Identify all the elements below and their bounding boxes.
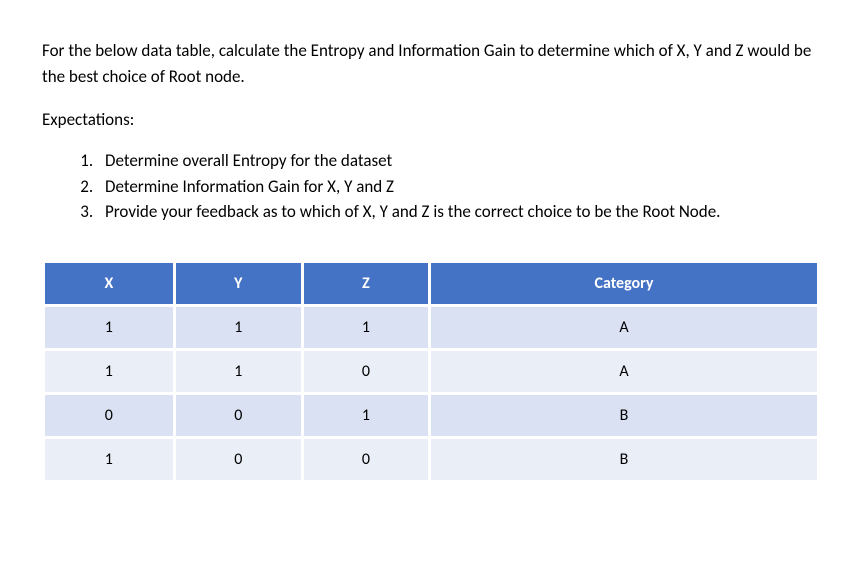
list-item: Determine overall Entropy for the datase… [97,148,820,174]
table-cell: 1 [176,351,301,392]
table-row: 1 1 1 A [45,307,817,348]
expectations-list: Determine overall Entropy for the datase… [42,148,820,225]
table-cell: 0 [176,439,301,480]
table-cell: 1 [304,307,428,348]
table-cell: 0 [304,351,428,392]
table-row: 0 0 1 B [45,395,817,436]
table-cell: 1 [45,351,173,392]
list-item: Provide your feedback as to which of X, … [97,199,820,225]
table-cell: 0 [45,395,173,436]
data-table: X Y Z Category 1 1 1 A 1 1 0 A 0 0 1 B 1… [42,260,820,483]
table-cell: B [431,395,817,436]
table-cell: 1 [45,439,173,480]
table-cell: 1 [45,307,173,348]
table-cell: A [431,307,817,348]
table-row: 1 1 0 A [45,351,817,392]
table-row: 1 0 0 B [45,439,817,480]
table-header-y: Y [176,263,301,304]
table-cell: 1 [176,307,301,348]
table-header-category: Category [431,263,817,304]
table-cell: A [431,351,817,392]
table-cell: B [431,439,817,480]
expectations-label: Expectations: [42,109,820,130]
table-header-z: Z [304,263,428,304]
intro-paragraph: For the below data table, calculate the … [42,38,820,89]
list-item: Determine Information Gain for X, Y and … [97,174,820,200]
table-cell: 0 [176,395,301,436]
table-cell: 0 [304,439,428,480]
table-header-row: X Y Z Category [45,263,817,304]
table-cell: 1 [304,395,428,436]
table-header-x: X [45,263,173,304]
